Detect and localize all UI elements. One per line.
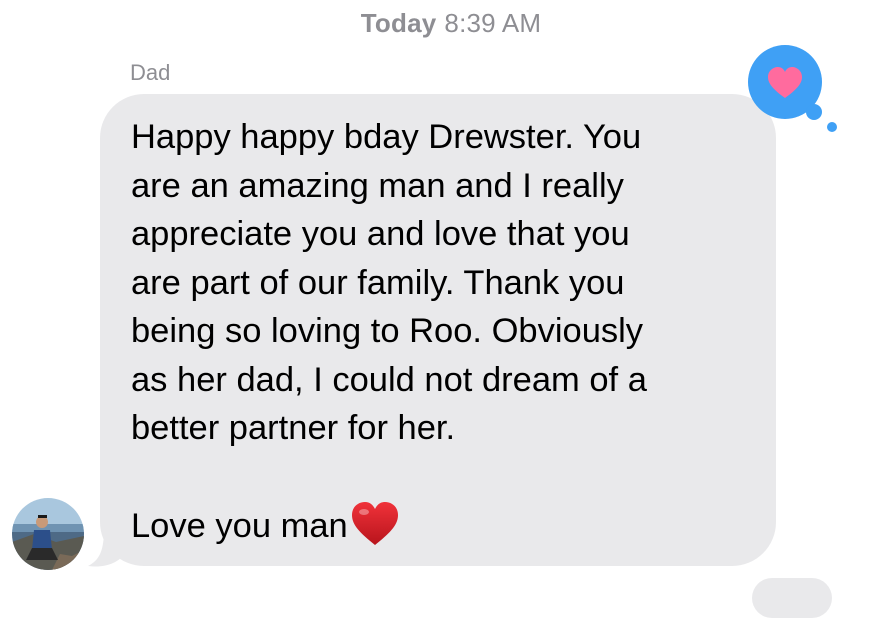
timestamp-time: 8:39 AM: [444, 8, 542, 38]
heart-emoji-icon: [350, 501, 400, 561]
heart-tapback-icon[interactable]: [748, 42, 848, 142]
next-message-bubble[interactable]: [752, 578, 832, 618]
timestamp-day: Today: [360, 8, 437, 38]
message-timestamp: Today 8:39 AM: [0, 8, 882, 39]
sender-avatar[interactable]: [12, 498, 84, 570]
message-text: Happy happy bday Drewster. You are an am…: [131, 113, 771, 561]
sender-name: Dad: [130, 60, 171, 85]
message-body: Happy happy bday Drewster. You are an am…: [131, 118, 647, 545]
